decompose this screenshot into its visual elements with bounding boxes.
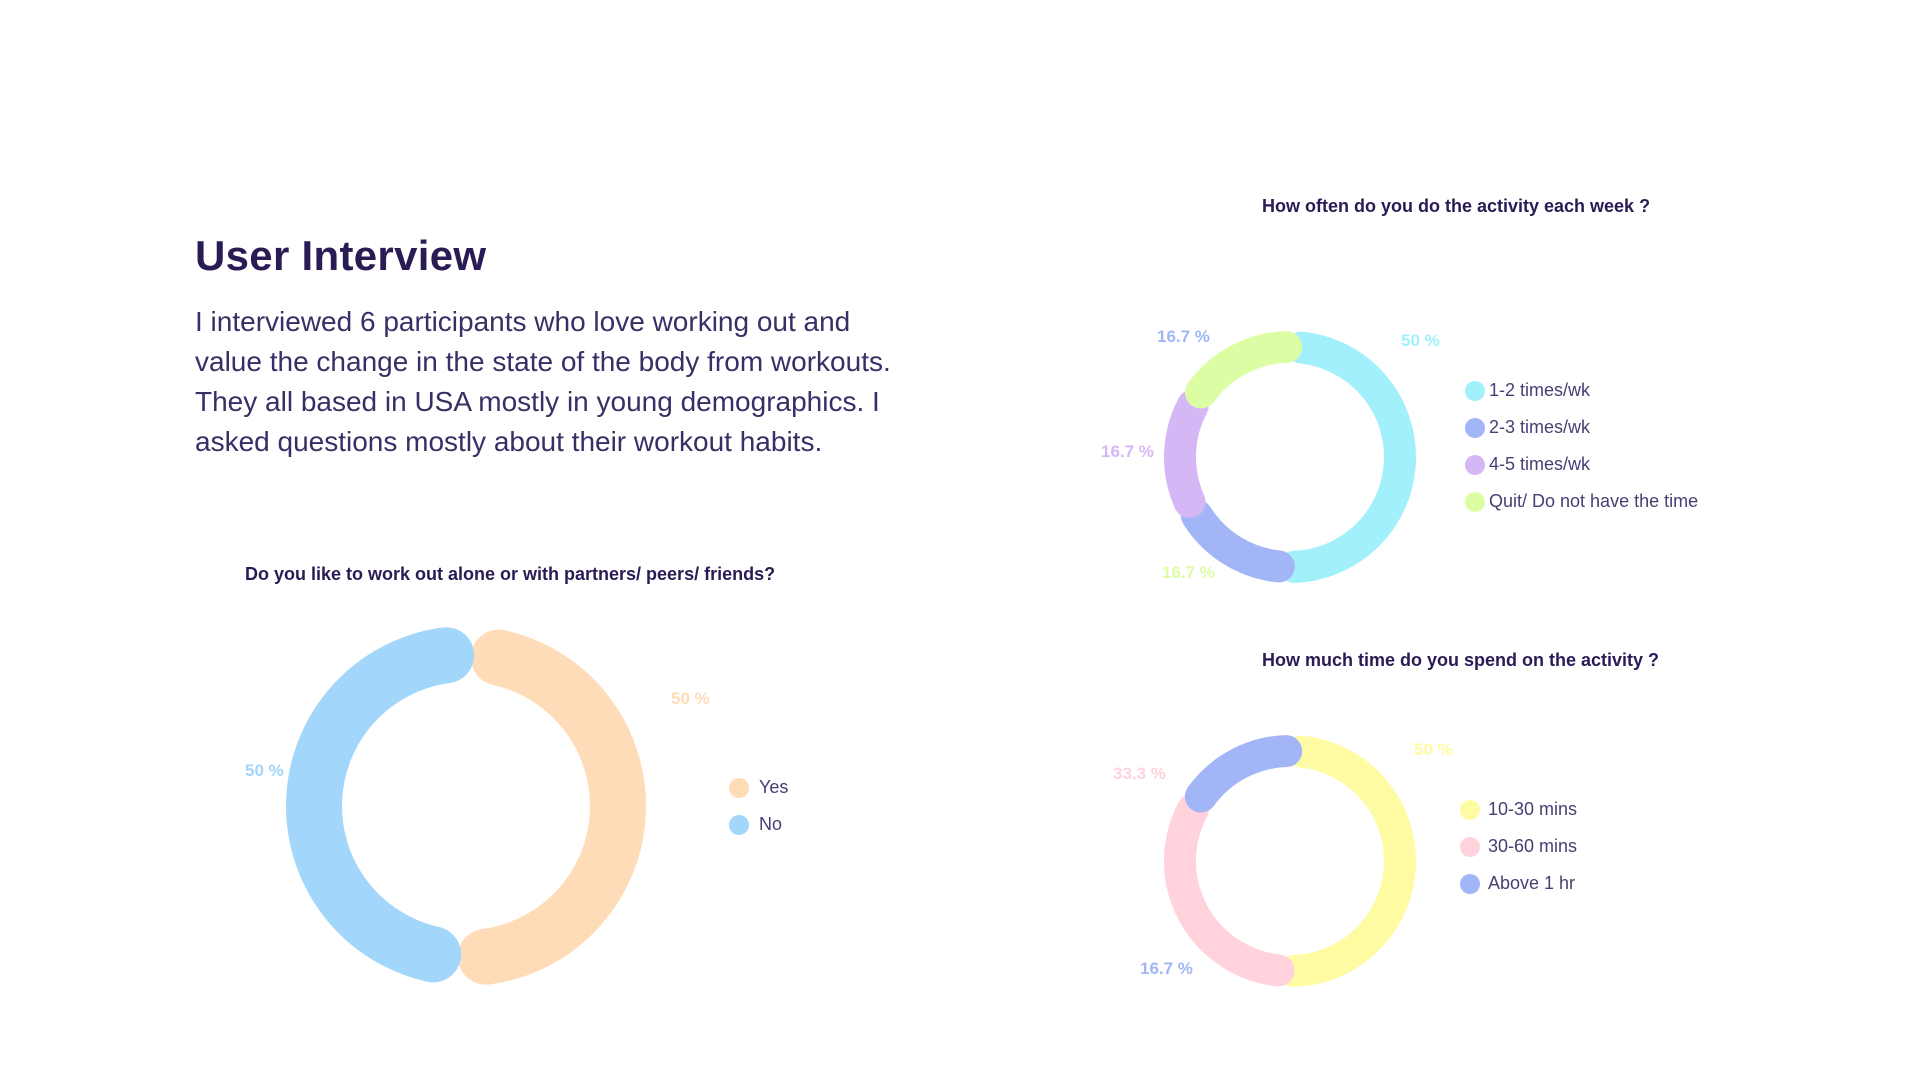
donut-chart-work-out-alone: 50 % 50 % 50 % 16.7 % 16.7 % 16.7 % 50 % 33.3 %… — [245, 327, 1453, 987]
legend-swatch — [1460, 873, 1480, 894]
legend-label: 1-2 times/wk — [1489, 380, 1591, 400]
legend-label: Above 1 hr — [1488, 873, 1576, 893]
legend-item: 10-30 mins — [1460, 791, 1577, 828]
donut-segment — [1164, 793, 1295, 987]
legend-swatch — [1465, 491, 1485, 512]
donut-segment — [1184, 735, 1303, 813]
donut-segment — [1184, 331, 1303, 409]
legend-item: Quit/ Do not have the time — [1465, 483, 1698, 520]
legend-item: Yes — [729, 769, 788, 806]
donut-segment — [1277, 735, 1416, 987]
chart-3-title: How much time do you spend on the activi… — [1262, 650, 1660, 670]
data-label: 16.7 % — [1140, 959, 1193, 978]
legend-item: 1-2 times/wk — [1465, 372, 1698, 409]
legend-swatch — [729, 814, 749, 835]
data-label: 16.7 % — [1101, 442, 1154, 461]
donut-segment — [1180, 499, 1295, 583]
data-label: 16.7 % — [1157, 327, 1210, 346]
legend-swatch — [1460, 836, 1480, 857]
legend-label: Quit/ Do not have the time — [1489, 491, 1699, 511]
legend-label: 30-60 mins — [1488, 836, 1578, 856]
legend-swatch — [1460, 799, 1480, 820]
page-title: User Interview — [195, 232, 487, 279]
legend-swatch — [1465, 417, 1485, 438]
data-label: 16.7 % — [1162, 563, 1215, 582]
legend-swatch — [1465, 380, 1485, 401]
chart-2-title: How often do you do the activity each we… — [1262, 196, 1651, 216]
legend-work-out-alone: Yes No — [729, 769, 788, 843]
donut-segment — [1164, 389, 1209, 518]
legend-swatch — [1465, 454, 1485, 475]
intro-paragraph: I interviewed 6 participants who love wo… — [195, 306, 891, 457]
legend-activity-frequency: 1-2 times/wk 2-3 times/wk 4-5 times/wk Q… — [1465, 372, 1698, 520]
chart-1-title: Do you like to work out alone or with pa… — [245, 564, 776, 584]
donut-segment — [286, 627, 475, 983]
legend-item: No — [729, 806, 788, 843]
legend-item: 4-5 times/wk — [1465, 446, 1698, 483]
donut-segment — [457, 629, 646, 985]
data-label: 33.3 % — [1113, 764, 1166, 783]
donut-segment — [1278, 331, 1416, 583]
legend-label: Yes — [759, 777, 789, 797]
data-label: 50 % — [245, 761, 284, 780]
data-label: 50 % — [671, 689, 710, 708]
legend-item: 2-3 times/wk — [1465, 409, 1698, 446]
legend-label: 10-30 mins — [1488, 799, 1578, 819]
legend-label: No — [759, 814, 783, 834]
data-label: 50 % — [1401, 331, 1440, 350]
legend-swatch — [729, 777, 749, 798]
data-label: 50 % — [1414, 740, 1453, 759]
legend-label: 4-5 times/wk — [1489, 454, 1591, 474]
legend-activity-duration: 10-30 mins 30-60 mins Above 1 hr — [1460, 791, 1577, 902]
legend-item: 30-60 mins — [1460, 828, 1577, 865]
legend-label: 2-3 times/wk — [1489, 417, 1591, 437]
legend-item: Above 1 hr — [1460, 865, 1577, 902]
